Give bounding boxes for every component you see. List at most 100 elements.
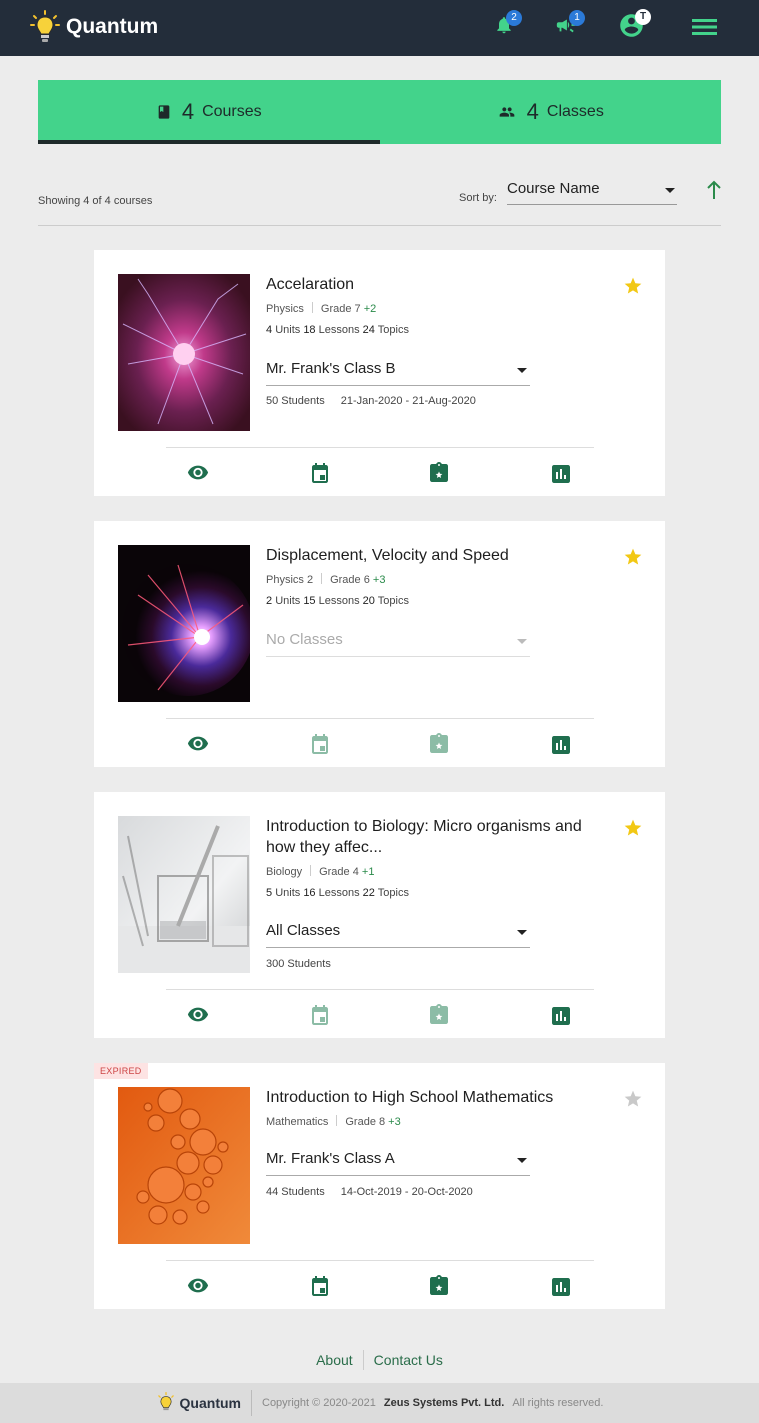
copyright-text: Copyright © 2020-2021 [262, 1397, 376, 1409]
class-select[interactable]: Mr. Frank's Class B [266, 360, 530, 386]
expired-badge: EXPIRED [94, 1063, 148, 1079]
students-count: 44 Students [266, 1186, 325, 1198]
lessons-label: Lessons [318, 595, 360, 607]
view-course-button[interactable] [187, 1006, 209, 1027]
notifications-badge: 2 [506, 10, 522, 26]
course-grade-extra: +2 [363, 303, 377, 315]
course-title[interactable]: Introduction to Biology: Micro organisms… [266, 816, 611, 858]
topics-label: Topics [377, 324, 409, 336]
results-count: Showing 4 of 4 courses [38, 195, 153, 207]
eye-icon [187, 736, 209, 751]
class-dates: 21-Jan-2020 - 21-Aug-2020 [340, 395, 476, 407]
favorite-button[interactable] [623, 1089, 643, 1114]
course-thumbnail[interactable] [118, 1087, 250, 1244]
book-icon [158, 105, 170, 119]
notifications-button[interactable]: 2 [494, 10, 522, 41]
tab-courses[interactable]: 4 Courses [38, 80, 380, 144]
sort-by-select[interactable]: Course Name [507, 180, 677, 205]
caret-down-icon [517, 1158, 527, 1163]
report-icon [552, 736, 570, 754]
caret-down-icon [517, 639, 527, 644]
course-grade: Grade 8 [345, 1116, 386, 1128]
rights-text: All rights reserved. [512, 1397, 604, 1409]
sort-direction-button[interactable] [706, 180, 722, 205]
units-count: 4 [266, 324, 273, 336]
lessons-count: 18 [303, 324, 316, 336]
favorite-button[interactable] [623, 547, 643, 572]
view-course-button[interactable] [187, 1277, 209, 1298]
course-thumbnail[interactable] [118, 816, 250, 973]
menu-button[interactable] [692, 16, 718, 43]
profile-button[interactable]: T [618, 9, 651, 44]
eye-icon [187, 1007, 209, 1022]
course-thumbnail[interactable] [118, 545, 250, 702]
course-card: Accelaration Physics Grade 7 +2 4 Units 1… [94, 250, 665, 496]
courses-count: 4 [181, 99, 195, 124]
schedule-button [311, 734, 329, 759]
assignment-star-icon [430, 462, 448, 482]
course-title[interactable]: Introduction to High School Mathematics [266, 1087, 611, 1108]
about-link[interactable]: About [316, 1352, 353, 1368]
favorite-button[interactable] [623, 276, 643, 301]
announcements-badge: 1 [569, 10, 585, 26]
course-title[interactable]: Accelaration [266, 274, 611, 295]
card-divider [166, 447, 594, 448]
class-select[interactable]: No Classes [266, 631, 530, 657]
course-title[interactable]: Displacement, Velocity and Speed [266, 545, 611, 566]
course-grade-extra: +3 [372, 574, 386, 586]
view-course-button[interactable] [187, 735, 209, 756]
calendar-icon [312, 1276, 328, 1296]
reports-button[interactable] [552, 465, 570, 488]
assignments-button[interactable] [430, 1275, 448, 1300]
topics-count: 20 [362, 595, 375, 607]
calendar-icon [312, 1005, 328, 1025]
favorite-button[interactable] [623, 818, 643, 843]
lessons-count: 15 [303, 595, 316, 607]
card-divider [166, 989, 594, 990]
course-meta: Mathematics Grade 8 +3 [266, 1115, 401, 1128]
course-grade: Grade 7 [320, 303, 361, 315]
eye-icon [187, 465, 209, 480]
units-count: 2 [266, 595, 273, 607]
units-label: Units [275, 324, 301, 336]
announcements-button[interactable]: 1 [555, 10, 585, 41]
assignments-button [430, 733, 448, 758]
reports-button[interactable] [552, 736, 570, 759]
report-icon [552, 1278, 570, 1296]
course-counts: 2 Units 15 Lessons 20 Topics [266, 595, 409, 607]
view-course-button[interactable] [187, 464, 209, 485]
reports-button[interactable] [552, 1278, 570, 1301]
card-divider [166, 718, 594, 719]
course-grade-extra: +3 [388, 1116, 401, 1128]
course-card: EXPIRED Introduction to High School Math… [94, 1063, 665, 1309]
caret-down-icon [517, 930, 527, 935]
report-icon [552, 465, 570, 483]
topics-label: Topics [377, 887, 409, 899]
schedule-button[interactable] [311, 1276, 329, 1301]
course-counts: 4 Units 18 Lessons 24 Topics [266, 324, 409, 336]
assignments-button[interactable] [430, 462, 448, 487]
class-select[interactable]: Mr. Frank's Class A [266, 1150, 530, 1176]
footer: Quantum Copyright © 2020-2021 Zeus Syste… [0, 1383, 759, 1423]
app-logo[interactable]: Quantum [30, 10, 158, 44]
course-thumbnail[interactable] [118, 274, 250, 431]
students-count: 50 Students [266, 395, 325, 407]
tab-classes[interactable]: 4 Classes [380, 80, 722, 144]
app-header: Quantum 2 1 T [0, 0, 759, 56]
reports-button[interactable] [552, 1007, 570, 1030]
class-info: 50 Students 21-Jan-2020 - 21-Aug-2020 [266, 395, 476, 407]
classes-tab-label: Classes [546, 103, 604, 120]
schedule-button[interactable] [311, 463, 329, 488]
contact-us-link[interactable]: Contact Us [374, 1352, 443, 1368]
class-select[interactable]: All Classes [266, 922, 530, 948]
report-icon [552, 1007, 570, 1025]
calendar-icon [312, 463, 328, 483]
class-select-value: All Classes [266, 922, 341, 939]
lessons-label: Lessons [318, 324, 360, 336]
caret-down-icon [665, 188, 675, 193]
star-icon [624, 548, 642, 565]
course-grade: Grade 6 [330, 574, 370, 586]
people-icon [499, 107, 515, 117]
course-grade-extra: +1 [361, 866, 375, 878]
course-card: Displacement, Velocity and Speed Physics… [94, 521, 665, 767]
